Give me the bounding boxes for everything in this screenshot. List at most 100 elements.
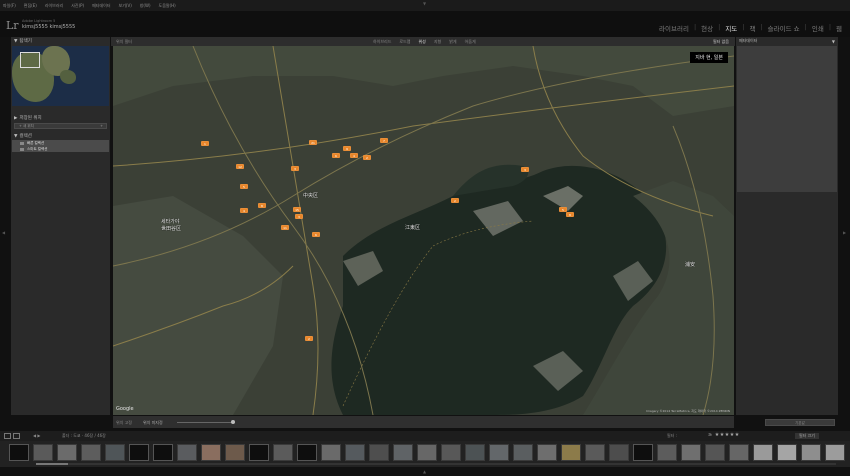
photo-marker[interactable]: 9 (343, 146, 351, 151)
filmstrip-thumbnail[interactable] (633, 444, 653, 461)
module-book[interactable]: 책 (749, 23, 755, 33)
photo-marker[interactable]: 8 (258, 203, 266, 208)
filmstrip-thumbnail[interactable] (249, 444, 269, 461)
photo-marker[interactable]: 4 (240, 208, 248, 213)
navigator-header[interactable]: ▼ 탐색기 (11, 37, 110, 45)
untagged-label[interactable]: 위치 미지정 (143, 420, 163, 426)
filmstrip-thumbnail[interactable] (681, 444, 701, 461)
menu-photo[interactable]: 사진(P) (71, 3, 84, 9)
saved-locations-header[interactable]: ▶ 저장된 위치 (11, 114, 110, 122)
zoom-slider-knob[interactable] (231, 420, 235, 424)
map-style-road[interactable]: 로드맵 (399, 39, 410, 45)
photo-marker[interactable]: 1 (201, 141, 209, 146)
menu-library[interactable]: 라이브러리 (45, 3, 63, 9)
lock-markers-label[interactable]: 위치 고정 (116, 420, 132, 426)
filter-dropdown[interactable]: 필터 없음 (713, 39, 729, 45)
navigator-map[interactable] (12, 46, 109, 106)
filmstrip-thumbnail[interactable] (585, 444, 605, 461)
rating-filter[interactable]: ≥ ★★★★★ (708, 432, 740, 438)
filmstrip-thumbnail[interactable] (345, 444, 365, 461)
photo-marker[interactable]: 6 (332, 153, 340, 158)
menu-view[interactable]: 보기(V) (119, 3, 132, 9)
zoom-slider[interactable] (177, 422, 235, 423)
collections-header[interactable]: ▼ 컬렉션 (11, 132, 110, 140)
filmstrip-thumbnail[interactable] (33, 444, 53, 461)
filmstrip-thumbnail[interactable] (753, 444, 773, 461)
source-breadcrumb[interactable]: 폴더 : 도쿄 · 46장 / 46장 (62, 433, 106, 439)
filmstrip-thumbnail[interactable] (609, 444, 629, 461)
module-print[interactable]: 인쇄 (812, 23, 824, 33)
filmstrip-scroll-thumb[interactable] (36, 463, 68, 465)
filmstrip-thumbnail[interactable] (537, 444, 557, 461)
single-view-icon[interactable] (4, 433, 11, 439)
filmstrip-thumbnail[interactable] (273, 444, 293, 461)
module-slideshow[interactable]: 슬라이드 쇼 (768, 23, 800, 33)
module-web[interactable]: 웹 (836, 23, 842, 33)
photo-marker[interactable]: 3 (521, 167, 529, 172)
module-library[interactable]: 라이브러리 (659, 23, 689, 33)
menu-metadata[interactable]: 메타데이터 (92, 3, 110, 9)
menu-window[interactable]: 창(W) (140, 3, 151, 9)
photo-marker[interactable]: 2 (363, 155, 371, 160)
filmstrip-thumbnail[interactable] (57, 444, 77, 461)
map-style-dark[interactable]: 어둡게 (465, 39, 476, 45)
plus-icon[interactable]: + (100, 124, 103, 128)
filmstrip-thumbnail[interactable] (441, 444, 461, 461)
filmstrip-thumbnail[interactable] (225, 444, 245, 461)
filmstrip-thumbnail[interactable] (177, 444, 197, 461)
filmstrip-thumbnail[interactable] (465, 444, 485, 461)
menu-file[interactable]: 파일(F) (3, 3, 16, 9)
photo-marker[interactable]: 7 (380, 138, 388, 143)
map-style-satellite[interactable]: 위성 (418, 39, 425, 45)
filmstrip-thumbnail[interactable] (825, 444, 845, 461)
photo-marker[interactable]: 2 (305, 336, 313, 341)
nav-arrows[interactable]: ◀ ▶ (33, 433, 40, 438)
filmstrip-thumbnail[interactable] (561, 444, 581, 461)
filmstrip-thumbnail[interactable] (153, 444, 173, 461)
map-style-light[interactable]: 밝게 (449, 39, 456, 45)
navigator-view-frame[interactable] (20, 52, 40, 68)
photo-marker[interactable]: 6 (312, 232, 320, 237)
left-panel-toggle-icon[interactable]: ◀ (2, 230, 5, 235)
module-develop[interactable]: 현상 (701, 23, 713, 33)
location-filter-label[interactable]: 위치 필터 (116, 39, 132, 45)
photo-marker[interactable]: 3 (295, 214, 303, 219)
filmstrip-thumbnail[interactable] (657, 444, 677, 461)
filmstrip-scrollbar[interactable] (36, 463, 836, 465)
filmstrip-thumbnail[interactable] (297, 444, 317, 461)
bottom-panel-toggle-icon[interactable]: ▲ (423, 469, 426, 474)
filmstrip-thumbnail[interactable] (393, 444, 413, 461)
filmstrip-thumbnail[interactable] (801, 444, 821, 461)
photo-marker[interactable]: 15 (293, 207, 301, 212)
filmstrip-thumbnail[interactable] (321, 444, 341, 461)
filmstrip-thumbnail[interactable] (489, 444, 509, 461)
filter-off-dropdown[interactable]: 필터 끄기 (795, 433, 819, 439)
photo-marker[interactable]: 4 (350, 153, 358, 158)
photo-marker[interactable]: 5 (240, 184, 248, 189)
filmstrip-thumbnail[interactable] (729, 444, 749, 461)
defaults-button[interactable]: 기본값 (765, 419, 835, 426)
filmstrip-thumbnail[interactable] (513, 444, 533, 461)
photo-marker[interactable]: 11 (281, 225, 289, 230)
filmstrip-thumbnail[interactable] (705, 444, 725, 461)
map-style-hybrid[interactable]: 하이브리드 (373, 39, 391, 45)
collection-item[interactable]: 스마트 컬렉션 (12, 146, 109, 152)
filmstrip-thumbnail[interactable] (9, 444, 29, 461)
right-panel-toggle-icon[interactable]: ▶ (843, 230, 846, 235)
second-window-icon[interactable] (13, 433, 20, 439)
menu-help[interactable]: 도움말(H) (159, 3, 176, 9)
menu-edit[interactable]: 편집(E) (24, 3, 37, 9)
filmstrip-thumbnail[interactable] (417, 444, 437, 461)
map-style-terrain[interactable]: 지형 (434, 39, 441, 45)
module-map[interactable]: 지도 (725, 23, 737, 33)
filmstrip-thumbnail[interactable] (105, 444, 125, 461)
filmstrip-thumbnail[interactable] (129, 444, 149, 461)
photo-marker[interactable]: 2 (451, 198, 459, 203)
filmstrip-thumbnail[interactable] (81, 444, 101, 461)
photo-marker[interactable]: 12 (236, 164, 244, 169)
photo-marker[interactable]: 21 (309, 140, 317, 145)
filmstrip-thumbnail[interactable] (369, 444, 389, 461)
photo-marker[interactable]: 8 (566, 212, 574, 217)
top-panel-toggle-icon[interactable]: ▼ (423, 1, 426, 6)
metadata-header[interactable]: 메타데이터 ▼ (736, 37, 838, 45)
